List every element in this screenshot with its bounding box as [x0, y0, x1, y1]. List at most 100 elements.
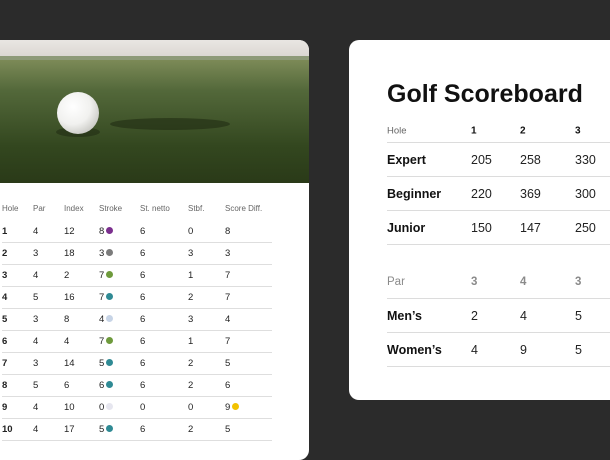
- index-cell: 16: [64, 286, 99, 309]
- table-row: 3 4 2 7 6 1 7: [2, 264, 272, 287]
- hole-number: 1: [471, 125, 477, 137]
- par-label: Par: [387, 275, 405, 288]
- stbf-cell-value: 1: [188, 270, 194, 281]
- par-cell: 5: [33, 286, 64, 309]
- st-netto-cell: 6: [140, 330, 188, 353]
- index-cell: 10: [64, 396, 99, 419]
- par-header-row: Par 3 4 3: [387, 265, 610, 299]
- stbf-cell: 2: [188, 352, 225, 375]
- stbf-cell: 0: [188, 221, 225, 243]
- par-row-mens: Men’s 2 4 5: [387, 299, 610, 333]
- hole-cell: 4: [2, 286, 33, 309]
- index-cell-value: 6: [64, 380, 70, 391]
- distance-value: 369: [520, 186, 541, 201]
- row-label: Men’s: [387, 308, 422, 323]
- score-diff-cell: 4: [225, 308, 272, 331]
- table-row: 4 5 16 7 6 2 7: [2, 286, 272, 309]
- stroke-cell: 5: [99, 418, 140, 441]
- distance-row-beginner: Beginner 220 369 300: [387, 177, 610, 211]
- st-netto-cell: 0: [140, 396, 188, 419]
- index-cell: 17: [64, 418, 99, 441]
- score-dot-icon: [106, 403, 114, 410]
- index-cell-value: 8: [64, 314, 70, 325]
- score-dot-icon: [106, 293, 114, 300]
- hole-number: 2: [520, 125, 526, 137]
- score-dot-icon: [106, 315, 114, 322]
- st-netto-cell-value: 6: [140, 424, 146, 435]
- stbf-cell-value: 3: [188, 248, 194, 259]
- stbf-cell: 3: [188, 242, 225, 265]
- index-cell: 4: [64, 330, 99, 353]
- par-cell-value: 4: [33, 336, 39, 347]
- par-row-womens: Women’s 4 9 5: [387, 333, 610, 367]
- stroke-cell: 0: [99, 396, 140, 419]
- hole-number: 3: [575, 125, 581, 137]
- score-diff-cell-value: 7: [225, 292, 231, 303]
- col-par: Par: [33, 203, 46, 213]
- stroke-cell: 7: [99, 330, 140, 353]
- st-netto-cell: 6: [140, 221, 188, 243]
- par-cell: 4: [33, 396, 64, 419]
- distance-value: 250: [575, 220, 596, 235]
- par-cell: 3: [33, 308, 64, 331]
- scoreboard-card: Golf Scoreboard Hole 1 2 3 Expert 205 25…: [349, 40, 610, 400]
- distance-value: 205: [471, 152, 492, 167]
- score-value: 4: [520, 308, 527, 323]
- par-cell: 4: [33, 221, 64, 243]
- stbf-cell-value: 3: [188, 314, 194, 325]
- par-cell: 5: [33, 374, 64, 397]
- stroke-cell: 7: [99, 286, 140, 309]
- index-cell-value: 12: [64, 226, 75, 237]
- hole-cell-value: 10: [2, 424, 13, 435]
- col-score-diff: Score Diff.: [225, 203, 263, 213]
- golf-ball-photo: [0, 40, 309, 183]
- hole-cell: 1: [2, 221, 33, 243]
- score-diff-cell-value: 7: [225, 270, 231, 281]
- hole-cell: 5: [2, 308, 33, 331]
- stbf-cell: 0: [188, 396, 225, 419]
- score-diff-cell-value: 3: [225, 248, 231, 259]
- stroke-cell-value: 7: [99, 292, 105, 303]
- hole-cell-value: 6: [2, 336, 8, 347]
- row-label: Women’s: [387, 342, 442, 357]
- score-dot-icon: [106, 381, 114, 388]
- stroke-cell-value: 7: [99, 270, 105, 281]
- score-diff-cell: 8: [225, 221, 272, 243]
- st-netto-cell: 6: [140, 264, 188, 287]
- index-cell-value: 18: [64, 248, 75, 259]
- row-label: Beginner: [387, 186, 442, 201]
- par-value: 3: [471, 275, 478, 288]
- index-cell: 6: [64, 374, 99, 397]
- par-cell-value: 4: [33, 270, 39, 281]
- hole-cell: 3: [2, 264, 33, 287]
- hole-cell-value: 8: [2, 380, 8, 391]
- table-row: 10 4 17 5 6 2 5: [2, 418, 272, 441]
- score-diff-cell: 5: [225, 418, 272, 441]
- distance-value: 258: [520, 152, 541, 167]
- score-diff-cell-value: 4: [225, 314, 231, 325]
- st-netto-cell: 6: [140, 286, 188, 309]
- score-value: 5: [575, 342, 582, 357]
- st-netto-cell: 6: [140, 242, 188, 265]
- hole-cell: 7: [2, 352, 33, 375]
- score-value: 5: [575, 308, 582, 323]
- col-hole: Hole: [2, 203, 19, 213]
- distance-value: 220: [471, 186, 492, 201]
- index-cell-value: 14: [64, 358, 75, 369]
- hole-cell-value: 3: [2, 270, 8, 281]
- st-netto-cell: 6: [140, 352, 188, 375]
- score-diff-cell-value: 7: [225, 336, 231, 347]
- stroke-cell-value: 7: [99, 336, 105, 347]
- score-value: 9: [520, 342, 527, 357]
- index-cell: 2: [64, 264, 99, 287]
- stroke-cell-value: 5: [99, 424, 105, 435]
- col-stroke: Stroke: [99, 203, 123, 213]
- st-netto-cell-value: 6: [140, 336, 146, 347]
- score-value: 2: [471, 308, 478, 323]
- stroke-cell-value: 4: [99, 314, 105, 325]
- stbf-cell-value: 0: [188, 226, 194, 237]
- par-cell: 3: [33, 352, 64, 375]
- index-cell-value: 10: [64, 402, 75, 413]
- distance-row-expert: Expert 205 258 330: [387, 143, 610, 177]
- stbf-cell: 3: [188, 308, 225, 331]
